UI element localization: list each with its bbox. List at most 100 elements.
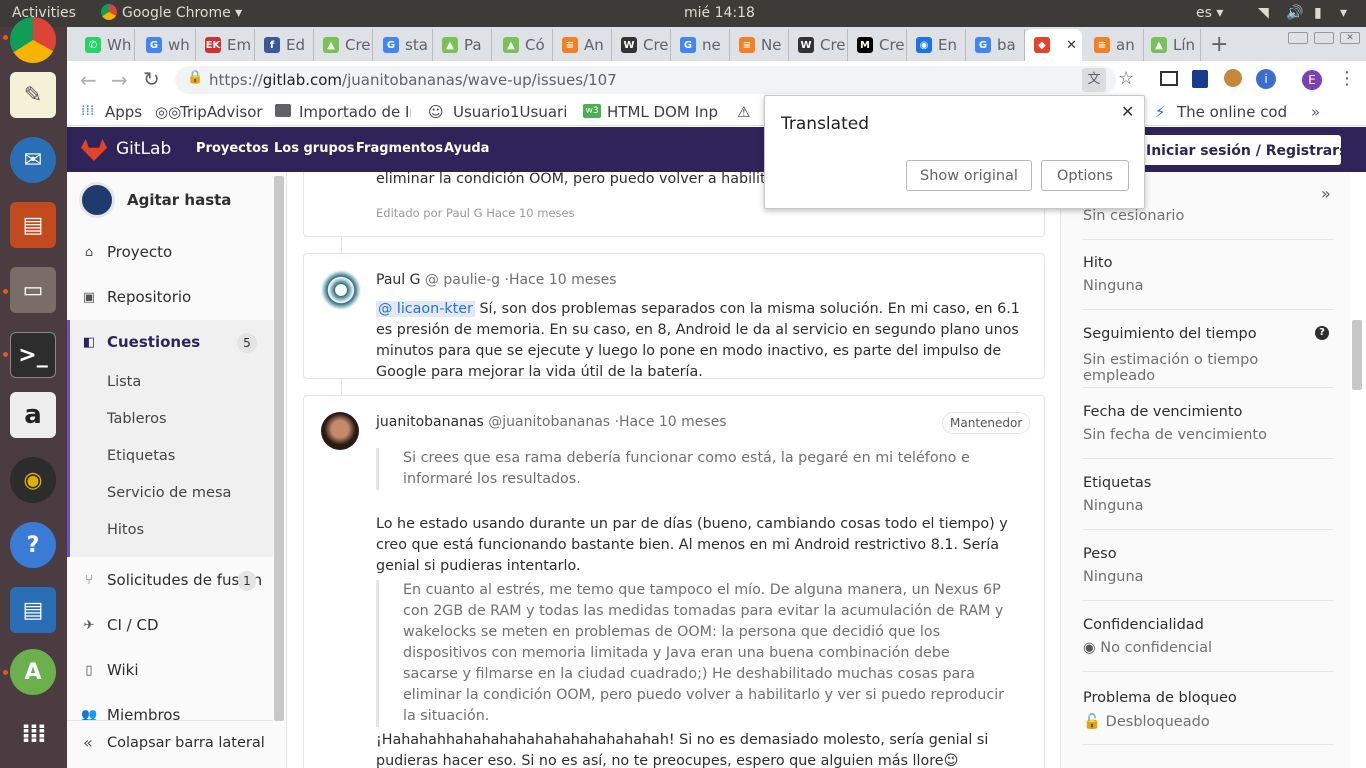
project-name[interactable]: Agitar hasta	[127, 191, 231, 209]
volume-icon[interactable]: 🔊	[1286, 5, 1303, 21]
signin-button[interactable]: Iniciar sesión / Registrarse	[1141, 135, 1341, 165]
nav-proyectos[interactable]: Proyectos	[196, 141, 269, 156]
sidebar-subitem-tableros[interactable]: Tableros	[107, 411, 167, 427]
battery-icon[interactable]: ▮	[1314, 5, 1322, 21]
browser-tab[interactable]: Gwh	[137, 29, 196, 61]
close-icon[interactable]: ✕	[1121, 102, 1134, 121]
author-name[interactable]: Paul G	[376, 272, 420, 288]
bookmark-usuario[interactable]: Usuario1Usuario	[453, 103, 566, 121]
gitlab-logo-text[interactable]: GitLab	[116, 139, 171, 159]
sidebar-item-repositorio[interactable]: ▣ Repositorio	[81, 288, 191, 306]
browser-tab[interactable]: ▲ Lín	[1142, 29, 1201, 61]
browser-tab[interactable]: Gne	[671, 29, 730, 61]
note-time[interactable]: ·Hace 10 meses	[505, 272, 617, 288]
collapse-right-sidebar-icon[interactable]: »	[1321, 184, 1331, 203]
reload-button[interactable]: ↻	[143, 67, 160, 91]
browser-tab[interactable]: W Cre	[612, 29, 671, 61]
bookmark-folder-importado[interactable]: Importado de Int	[299, 103, 411, 121]
bookmark-apps[interactable]: Apps	[105, 103, 142, 121]
cookie-extension-icon[interactable]	[1224, 69, 1242, 87]
browser-tab[interactable]: M Cre	[848, 29, 907, 61]
note-time[interactable]: ·Hace 10 meses	[615, 414, 727, 430]
browser-tab[interactable]: ≡ An	[553, 29, 612, 61]
bookmark-html-dom[interactable]: HTML DOM Inpu	[607, 103, 719, 121]
browser-tab[interactable]: W Cre	[789, 29, 848, 61]
close-tab-icon[interactable]: ✕	[1066, 38, 1077, 53]
amazon-icon[interactable]: a	[10, 392, 56, 438]
lock-icon[interactable]: 🔒	[187, 70, 203, 85]
apps-grid-icon[interactable]: ⁞⁞⁞	[10, 711, 56, 757]
browser-tab[interactable]: Gsta	[374, 29, 433, 61]
back-button[interactable]: ←	[80, 68, 97, 92]
android-studio-icon[interactable]: A	[10, 649, 56, 695]
user-mention[interactable]: @ licaon-kter	[376, 301, 475, 317]
browser-tab[interactable]: ▲ Cre	[314, 29, 373, 61]
address-bar[interactable]: 🔒 https://gitlab.com/juanitobananas/wave…	[175, 66, 1116, 94]
browser-tab[interactable]: ▲ Pa	[433, 29, 492, 61]
rhythmbox-icon[interactable]: ◉	[10, 457, 56, 503]
translate-icon[interactable]: 文	[1082, 68, 1106, 92]
browser-tab[interactable]: ≡ an	[1085, 29, 1144, 61]
options-button[interactable]: Options	[1041, 160, 1129, 191]
help-icon[interactable]: ?	[1315, 326, 1329, 340]
sidebar-item-merge-requests[interactable]: ⑂ Solicitudes de fusión	[81, 571, 262, 589]
browser-tab[interactable]: ◆ ✕	[1025, 29, 1082, 61]
sidebar-scrollbar[interactable]	[274, 176, 284, 721]
browser-tab[interactable]: ◉ En	[907, 29, 966, 61]
author-handle[interactable]: @ paulie-g	[425, 272, 500, 288]
avatar[interactable]	[321, 412, 359, 450]
project-avatar[interactable]	[79, 182, 115, 218]
avatar[interactable]	[321, 270, 361, 310]
sidebar-subitem-lista[interactable]: Lista	[107, 374, 141, 390]
profile-avatar[interactable]: E	[1302, 70, 1322, 90]
input-language[interactable]: es ▾	[1196, 5, 1223, 21]
sidebar-subitem-hitos[interactable]: Hitos	[107, 522, 144, 538]
system-menu-icon[interactable]: ▾	[1340, 5, 1347, 21]
nav-fragmentos[interactable]: Fragmentos	[356, 141, 443, 156]
gitlab-logo-icon[interactable]	[81, 139, 107, 161]
files-icon[interactable]: ▭	[10, 267, 56, 313]
wifi-icon[interactable]: ◥	[1258, 5, 1269, 21]
browser-tab[interactable]: EK Em	[196, 29, 255, 61]
extension-book-icon[interactable]	[1192, 70, 1208, 88]
clock[interactable]: mié 14:18	[684, 5, 755, 21]
author-name[interactable]: juanitobananas	[376, 414, 484, 430]
text-editor-icon[interactable]: ✎	[10, 72, 56, 118]
browser-tab[interactable]: Gba	[966, 29, 1025, 61]
new-tab-button[interactable]: +	[1210, 32, 1228, 57]
page-scrollbar[interactable]	[1352, 320, 1362, 390]
screenshot-extension-icon[interactable]	[1160, 71, 1178, 86]
chrome-icon[interactable]	[10, 17, 56, 63]
help-icon[interactable]: ?	[10, 522, 56, 568]
show-original-button[interactable]: Show original	[906, 160, 1032, 191]
writer-icon[interactable]: ▤	[10, 587, 56, 633]
maximize-button[interactable]	[1314, 32, 1334, 44]
browser-tab[interactable]: ≡ Ne	[730, 29, 789, 61]
close-window-button[interactable]: ✕	[1340, 32, 1360, 44]
sidebar-item-proyecto[interactable]: ⌂ Proyecto	[81, 243, 172, 261]
sidebar-item-cicd[interactable]: ✈ CI / CD	[81, 616, 159, 634]
thunderbird-icon[interactable]: ✉	[10, 137, 56, 183]
terminal-icon[interactable]: >_	[10, 332, 56, 378]
app-menu[interactable]: Google Chrome ▾	[122, 5, 242, 21]
browser-tab[interactable]: ✆ Wh	[76, 29, 135, 61]
browser-tab[interactable]: ▲ Có	[494, 29, 553, 61]
sidebar-item-cuestiones[interactable]: ◧ Cuestiones	[81, 333, 200, 351]
author-handle[interactable]: @juanitobananas	[488, 414, 610, 430]
nav-grupos[interactable]: Los grupos	[274, 141, 354, 156]
sidebar-subitem-etiquetas[interactable]: Etiquetas	[107, 448, 175, 464]
bookmark-online-code[interactable]: The online code	[1177, 103, 1287, 121]
browser-tab[interactable]: f Ed	[255, 29, 314, 61]
nav-ayuda[interactable]: Ayuda	[444, 141, 489, 156]
minimize-button[interactable]	[1288, 32, 1308, 44]
extension-i-icon[interactable]: i	[1256, 69, 1276, 89]
bookmark-star-icon[interactable]: ☆	[1118, 68, 1134, 89]
sidebar-item-wiki[interactable]: ▯ Wiki	[81, 661, 138, 679]
chrome-menu-icon[interactable]: ⋮	[1338, 68, 1356, 89]
forward-button[interactable]: →	[111, 68, 128, 92]
collapse-bar[interactable]: « Colapsar barra lateral	[67, 720, 273, 768]
bookmark-tripadvisor[interactable]: TripAdvisor	[180, 103, 263, 121]
bookmarks-overflow-icon[interactable]: »	[1311, 103, 1320, 121]
impress-icon[interactable]: ▤	[10, 202, 56, 248]
sidebar-subitem-servicio-mesa[interactable]: Servicio de mesa	[107, 485, 231, 501]
